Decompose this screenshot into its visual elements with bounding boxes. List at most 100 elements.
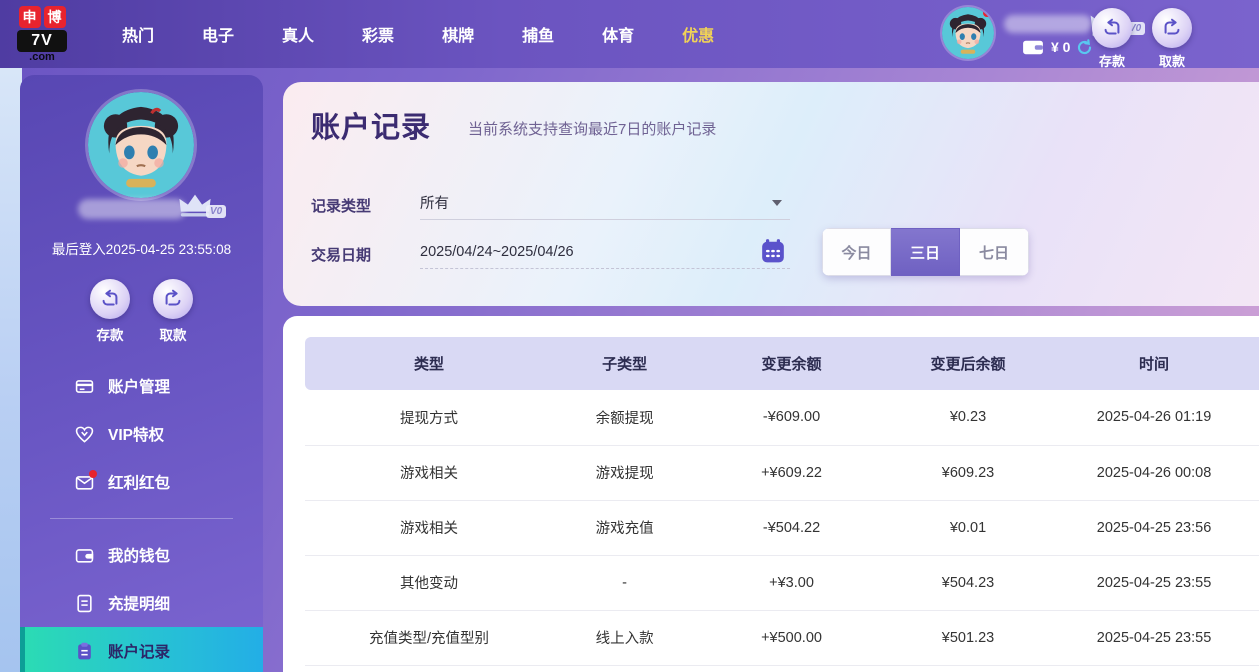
- cell-time: 2025-04-25 23:55: [1049, 555, 1259, 610]
- topnav-withdraw-button[interactable]: 取款: [1144, 8, 1200, 70]
- notification-dot: [983, 9, 991, 17]
- nav-item-slots[interactable]: 电子: [178, 0, 258, 68]
- balance-amount: ¥ 0: [1051, 39, 1070, 55]
- sidebar-withdraw-button[interactable]: 取款: [145, 279, 201, 344]
- account-records-table-panel: 类型 子类型 变更余额 变更后余额 时间 提现方式 余额提现 -¥609.00 …: [283, 316, 1259, 672]
- table-row: 游戏相关 游戏充值 -¥504.22 ¥0.01 2025-04-25 23:5…: [305, 500, 1259, 555]
- record-type-select[interactable]: 所有: [420, 186, 790, 220]
- topnav-user-area: V0 ¥ 0 存款 取款: [929, 0, 1259, 68]
- logo-red-blocks: 申 博: [19, 6, 66, 28]
- transaction-date-label: 交易日期: [311, 244, 371, 265]
- menu-divider: [50, 518, 233, 519]
- cell-change: -¥609.00: [696, 390, 887, 445]
- page-title: 账户记录: [311, 104, 431, 146]
- page-subtitle: 当前系统支持查询最近7日的账户记录: [468, 118, 716, 139]
- username-blurred: [1004, 15, 1092, 33]
- table-row: 提现方式 余额提现 -¥609.00 ¥0.23 2025-04-26 01:1…: [305, 390, 1259, 445]
- last-login-text: 最后登入2025-04-25 23:55:08: [20, 238, 263, 258]
- logo-com: .com: [29, 52, 55, 62]
- cell-after: ¥609.23: [887, 445, 1049, 500]
- nav-item-live[interactable]: 真人: [258, 0, 338, 68]
- menu-item-vip-privileges[interactable]: VIP特权: [20, 410, 263, 458]
- site-logo[interactable]: 申 博 7V .com: [14, 6, 70, 62]
- cell-subtype: 余额提现: [553, 390, 696, 445]
- calendar-icon[interactable]: [760, 238, 786, 264]
- menu-label: 账户记录: [108, 640, 170, 662]
- vip-heart-icon: [75, 425, 94, 444]
- logo-char-shen: 申: [19, 6, 41, 28]
- menu-label: VIP特权: [108, 423, 164, 445]
- menu-item-my-wallet[interactable]: 我的钱包: [20, 531, 263, 579]
- nav-item-fishing[interactable]: 捕鱼: [498, 0, 578, 68]
- top-navigation-bar: 申 博 7V .com 热门 电子 真人 彩票 棋牌 捕鱼 体育 优惠: [0, 0, 1259, 68]
- nav-item-hot[interactable]: 热门: [98, 0, 178, 68]
- logo-char-bo: 博: [44, 6, 66, 28]
- nav-item-promos[interactable]: 优惠: [658, 0, 738, 68]
- nav-item-sports[interactable]: 体育: [578, 0, 658, 68]
- date-range-value: 2025/04/24~2025/04/26: [420, 244, 574, 260]
- cell-subtype: 游戏提现: [553, 445, 696, 500]
- cell-time: 2025-04-25 23:56: [1049, 500, 1259, 555]
- cell-type: 其他变动: [305, 555, 553, 610]
- chevron-down-icon: [772, 200, 782, 206]
- username-blurred: [78, 199, 186, 219]
- menu-item-account-management[interactable]: 账户管理: [20, 362, 263, 410]
- deposit-icon: [90, 279, 130, 319]
- deposit-icon: [1092, 8, 1132, 48]
- cell-type: 提现方式: [305, 390, 553, 445]
- menu-label: 我的钱包: [108, 544, 170, 566]
- cell-subtype: -: [553, 555, 696, 610]
- sidebar-deposit-button[interactable]: 存款: [82, 279, 138, 344]
- deposit-label: 存款: [1099, 51, 1125, 70]
- account-sidebar: V0 最后登入2025-04-25 23:55:08 存款 取款 账户管理: [20, 75, 263, 672]
- table-header-row: 类型 子类型 变更余额 变更后余额 时间: [305, 337, 1259, 390]
- cell-change: -¥504.22: [696, 500, 887, 555]
- sidebar-menu: 账户管理 VIP特权 红利红包 我的钱包 充提: [20, 362, 263, 672]
- nav-item-lottery[interactable]: 彩票: [338, 0, 418, 68]
- cell-after: ¥0.23: [887, 390, 1049, 445]
- page-background-strip: [0, 68, 22, 672]
- withdraw-label: 取款: [1159, 51, 1185, 70]
- range-button-today[interactable]: 今日: [822, 228, 891, 276]
- avatar-image: [88, 92, 194, 198]
- logo-7v: 7V: [17, 30, 67, 52]
- cell-time: 2025-04-26 01:19: [1049, 390, 1259, 445]
- range-button-3days[interactable]: 三日: [891, 228, 960, 276]
- table-row: 其他变动 - +¥3.00 ¥504.23 2025-04-25 23:55: [305, 555, 1259, 610]
- withdraw-icon: [1152, 8, 1192, 48]
- range-button-7days[interactable]: 七日: [960, 228, 1029, 276]
- nav-item-cards[interactable]: 棋牌: [418, 0, 498, 68]
- topnav-deposit-button[interactable]: 存款: [1084, 8, 1140, 70]
- menu-item-account-records[interactable]: 账户记录: [20, 627, 263, 672]
- cell-type: 充值类型/充值型别: [305, 610, 553, 665]
- document-icon: [75, 594, 94, 613]
- sidebar-avatar[interactable]: [88, 92, 194, 198]
- menu-label: 账户管理: [108, 375, 170, 397]
- cell-type: 游戏相关: [305, 445, 553, 500]
- wallet-icon: [1021, 38, 1045, 56]
- menu-item-bonus-redpacket[interactable]: 红利红包: [20, 458, 263, 506]
- card-icon: [75, 377, 94, 396]
- cell-time: 2025-04-26 00:08: [1049, 445, 1259, 500]
- withdraw-icon: [153, 279, 193, 319]
- user-avatar[interactable]: [942, 7, 994, 59]
- record-type-value: 所有: [420, 192, 449, 213]
- cell-subtype: 线上入款: [553, 610, 696, 665]
- wallet-icon: [75, 546, 94, 565]
- menu-item-deposit-withdraw-details[interactable]: 充提明细: [20, 579, 263, 627]
- withdraw-label: 取款: [160, 324, 187, 344]
- header-time: 时间: [1049, 337, 1259, 390]
- date-range-quick-buttons: 今日 三日 七日: [822, 228, 1029, 276]
- main-nav: 热门 电子 真人 彩票 棋牌 捕鱼 体育 优惠: [98, 0, 738, 68]
- cell-time: 2025-04-25 23:55: [1049, 610, 1259, 665]
- clipboard-icon: [75, 642, 94, 661]
- header-change: 变更余额: [696, 337, 887, 390]
- record-type-label: 记录类型: [311, 195, 371, 216]
- cell-change: +¥3.00: [696, 555, 887, 610]
- cell-change: +¥609.22: [696, 445, 887, 500]
- table-row: 充值类型/充值型别 线上入款 +¥500.00 ¥501.23 2025-04-…: [305, 610, 1259, 665]
- date-range-input[interactable]: 2025/04/24~2025/04/26: [420, 235, 790, 269]
- wallet-balance-row: ¥ 0: [1021, 38, 1093, 56]
- cell-change: +¥500.00: [696, 610, 887, 665]
- table-row: 游戏相关 游戏提现 +¥609.22 ¥609.23 2025-04-26 00…: [305, 445, 1259, 500]
